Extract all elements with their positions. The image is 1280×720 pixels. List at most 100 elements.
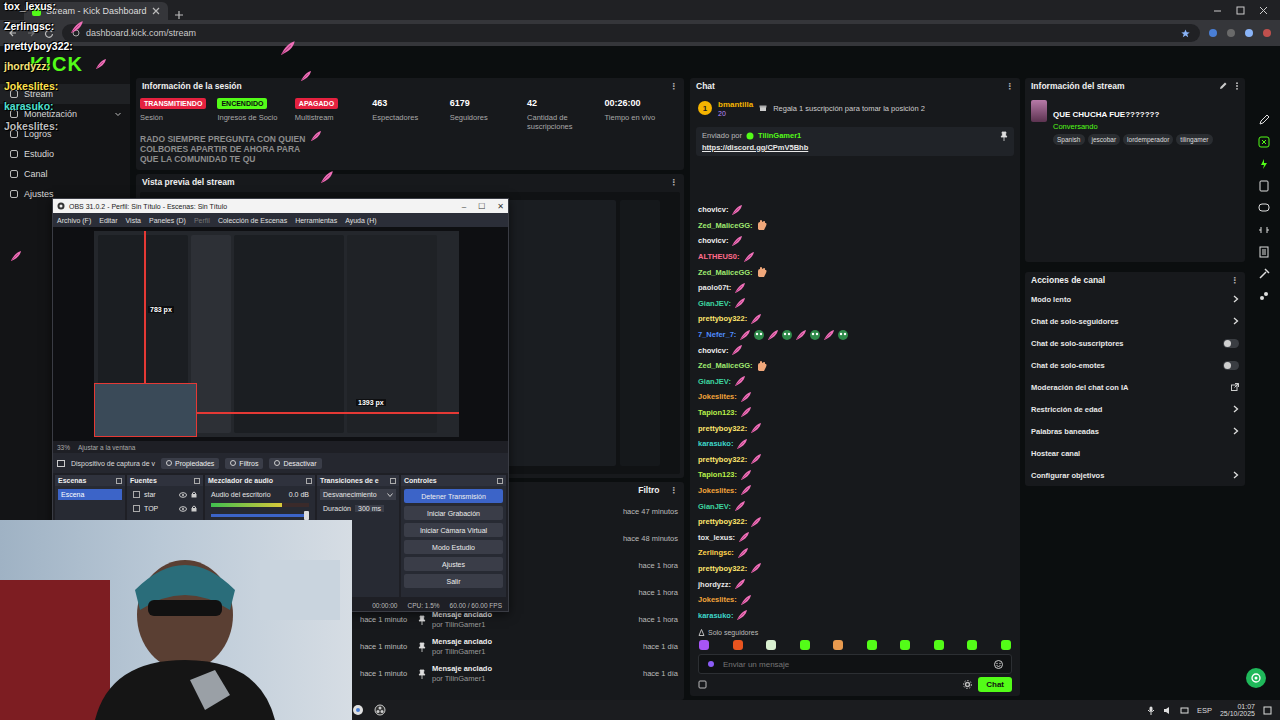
microphone-icon[interactable] — [1147, 706, 1155, 715]
more-icon[interactable] — [1235, 82, 1239, 90]
control-button[interactable]: Modo Estudio — [404, 540, 503, 554]
source-button[interactable]: Filtros — [225, 458, 263, 469]
chat-username[interactable]: chovicv: — [698, 236, 728, 245]
quick-action-icon[interactable] — [1258, 136, 1270, 148]
network-icon[interactable] — [1180, 706, 1189, 715]
fit-window[interactable]: Ajustar a la ventana — [78, 444, 135, 451]
maximize-icon[interactable] — [1236, 6, 1245, 15]
help-button[interactable] — [1246, 668, 1266, 688]
emote-icon[interactable] — [933, 639, 945, 651]
undock-icon[interactable] — [116, 478, 122, 484]
quick-action-icon[interactable] — [1258, 180, 1270, 192]
visibility-eye-icon[interactable] — [179, 492, 187, 498]
chat-username[interactable]: chovicv: — [698, 346, 728, 355]
chat-username[interactable]: GianJEV: — [698, 502, 731, 511]
quick-action-icon[interactable] — [1258, 114, 1270, 126]
stream-tag[interactable]: tilingamer — [1176, 134, 1212, 145]
close-tab-icon[interactable] — [152, 7, 160, 15]
stream-tag[interactable]: Spanish — [1053, 134, 1085, 145]
gifter-name[interactable]: bmantilla — [718, 100, 753, 110]
extension-icon[interactable] — [1208, 28, 1218, 38]
panel-menu[interactable]: ⋮ — [1006, 81, 1015, 91]
chat-username[interactable]: GianJEV: — [698, 299, 731, 308]
source-button[interactable]: Desactivar — [269, 458, 321, 469]
lock-icon[interactable] — [191, 505, 197, 512]
source-button[interactable]: Propiedades — [161, 458, 219, 469]
clock[interactable]: 01:0725/10/2025 — [1220, 703, 1255, 718]
chat-username[interactable]: ALTHEUS0: — [698, 252, 740, 261]
chat-username[interactable]: paolo07t: — [698, 283, 731, 292]
notifications-icon[interactable] — [1263, 706, 1272, 715]
panel-menu[interactable]: ⋮ — [670, 177, 679, 187]
source-item[interactable]: TOP — [130, 503, 200, 514]
pin-icon[interactable] — [1000, 131, 1008, 141]
send-chat-button[interactable]: Chat — [978, 677, 1012, 692]
panel-menu[interactable]: ⋮ — [670, 81, 679, 91]
message-input[interactable] — [721, 659, 988, 670]
visibility-eye-icon[interactable] — [179, 506, 187, 512]
chat-username[interactable]: 7_Nefer_7: — [698, 330, 736, 339]
chat-username[interactable]: Zed_MaliceGG: — [698, 361, 753, 370]
menu-item[interactable]: Editar — [99, 217, 117, 224]
quick-action-icon[interactable] — [1258, 246, 1270, 258]
control-button[interactable]: Iniciar Cámara Virtual — [404, 523, 503, 537]
menu-item[interactable]: Colección de Escenas — [218, 217, 287, 224]
stream-category[interactable]: Conversando — [1053, 122, 1213, 131]
obs-app-icon[interactable] — [374, 704, 386, 716]
undock-icon[interactable] — [306, 478, 312, 484]
menu-item[interactable]: Paneles (D) — [149, 217, 186, 224]
chat-username[interactable]: Jokeslites: — [698, 486, 737, 495]
channel-action[interactable]: Chat de solo-suscriptores — [1025, 332, 1245, 354]
emote-icon[interactable] — [799, 639, 811, 651]
undock-icon[interactable] — [497, 478, 503, 484]
menu-item[interactable]: Vista — [126, 217, 141, 224]
control-button[interactable]: Ajustes — [404, 557, 503, 571]
chat-username[interactable]: prettyboy322: — [698, 424, 747, 433]
chat-username[interactable]: GianJEV: — [698, 377, 731, 386]
panel-menu[interactable]: ⋮ — [670, 485, 679, 495]
minimize-icon[interactable] — [1213, 6, 1222, 15]
control-button[interactable]: Detener Transmisión — [404, 489, 503, 503]
volume-slider[interactable] — [211, 514, 309, 517]
chat-username[interactable]: karasuko: — [698, 439, 733, 448]
chat-username[interactable]: Zerlingsc: — [698, 548, 734, 557]
stream-tag[interactable]: lordemperador — [1123, 134, 1173, 145]
undock-icon[interactable] — [390, 478, 396, 484]
quick-action-icon[interactable] — [1258, 202, 1270, 214]
quick-action-icon[interactable] — [1258, 268, 1270, 280]
chat-username[interactable]: Tapion123: — [698, 408, 737, 417]
emote-icon[interactable] — [966, 639, 978, 651]
channel-action[interactable]: Hostear canal — [1025, 442, 1245, 464]
bookmark-star-icon[interactable] — [1181, 29, 1190, 38]
window-button[interactable]: ✕ — [497, 202, 504, 211]
channel-action[interactable]: Palabras baneadas — [1025, 420, 1245, 442]
chat-username[interactable]: jhordyzz: — [698, 580, 731, 589]
chat-tools-icon[interactable] — [698, 680, 707, 689]
panel-menu[interactable]: ⋮ — [1231, 275, 1240, 285]
chat-username[interactable]: Jokeslites: — [698, 595, 737, 604]
close-icon[interactable] — [1259, 6, 1268, 15]
lock-icon[interactable] — [191, 491, 197, 498]
channel-action[interactable]: Configurar objetivos — [1025, 464, 1245, 486]
new-tab-icon[interactable] — [174, 10, 184, 20]
quick-action-icon[interactable] — [1258, 224, 1270, 236]
chat-username[interactable]: tox_lexus: — [698, 533, 735, 542]
edit-pencil-icon[interactable] — [1219, 82, 1227, 90]
filter-button[interactable]: Filtro — [638, 485, 659, 495]
chat-username[interactable]: prettyboy322: — [698, 455, 747, 464]
volume-icon[interactable] — [1163, 706, 1172, 715]
sidebar-item[interactable]: Canal — [0, 164, 130, 184]
chat-username[interactable]: karasuko: — [698, 611, 733, 620]
emoji-icon[interactable] — [994, 660, 1003, 669]
menu-item[interactable]: Archivo (F) — [57, 217, 91, 224]
url-field[interactable]: dashboard.kick.com/stream — [62, 24, 1200, 42]
emote-icon[interactable] — [732, 639, 744, 651]
channel-action[interactable]: Restricción de edad — [1025, 398, 1245, 420]
emote-icon[interactable] — [1000, 639, 1012, 651]
toggle-switch[interactable] — [1223, 339, 1239, 348]
chat-username[interactable]: Zed_MaliceGG: — [698, 268, 753, 277]
chat-username[interactable]: Tapion123: — [698, 470, 737, 479]
emote-icon[interactable] — [866, 639, 878, 651]
control-button[interactable]: Iniciar Grabación — [404, 506, 503, 520]
emote-icon[interactable] — [899, 639, 911, 651]
